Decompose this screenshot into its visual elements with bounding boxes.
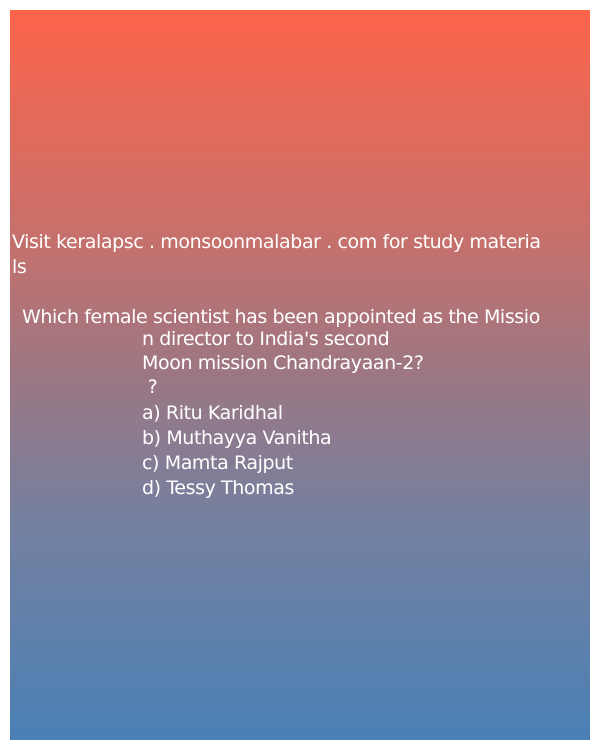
option-b: b) Muthayya Vanitha	[142, 427, 332, 449]
question-line-3: Moon mission Chandrayaan-2?	[142, 352, 424, 374]
question-line-2: n director to India's second	[142, 328, 390, 350]
quiz-card: Visit keralapsc . monsoonmalabar . com f…	[10, 10, 590, 740]
option-c: c) Mamta Rajput	[142, 452, 293, 474]
question-line-4: ?	[142, 376, 158, 398]
option-a: a) Ritu Karidhal	[142, 402, 283, 424]
question-line-1: Which female scientist has been appointe…	[22, 306, 540, 328]
visit-text-line-1: Visit keralapsc . monsoonmalabar . com f…	[12, 231, 541, 253]
option-d: d) Tessy Thomas	[142, 477, 294, 499]
visit-text-line-2: ls	[12, 256, 27, 278]
